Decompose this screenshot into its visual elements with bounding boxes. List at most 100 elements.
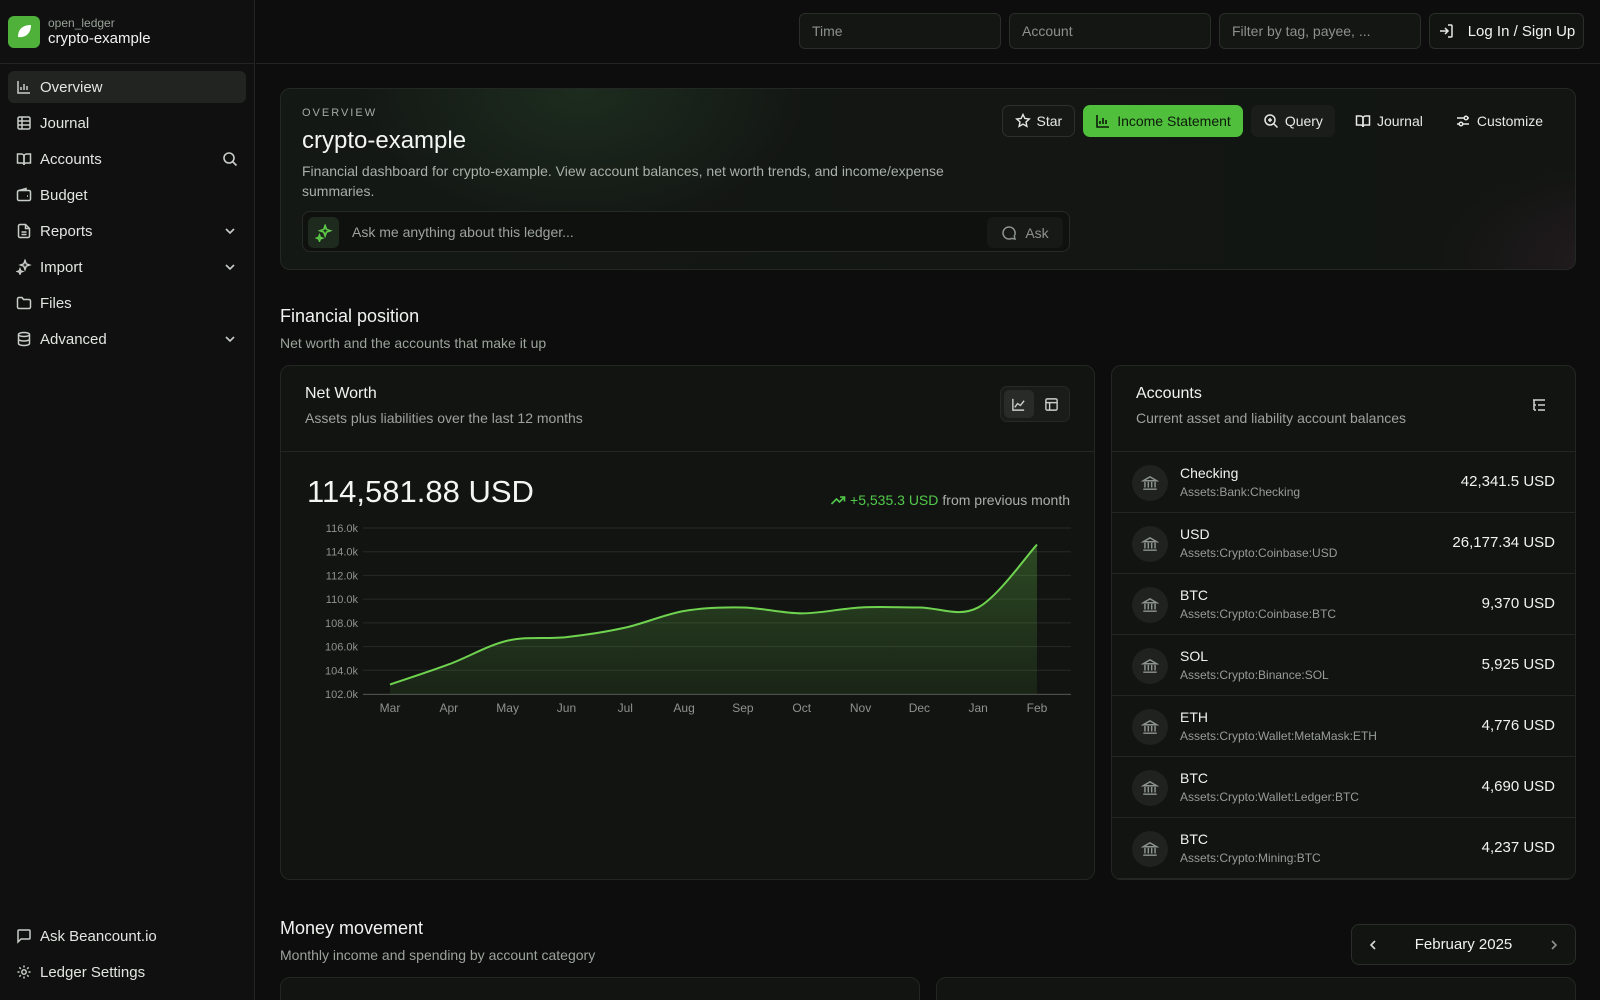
ask-ledger-bar: Ask [302,211,1070,252]
sliders-icon [1455,113,1471,129]
search-icon[interactable] [222,151,238,167]
ask-button[interactable]: Ask [987,217,1063,248]
account-row[interactable]: ETH Assets:Crypto:Wallet:MetaMask:ETH 4,77… [1112,696,1575,757]
data-point-apr [447,662,451,666]
sidebar-item-accounts[interactable]: Accounts [8,143,246,175]
sidebar-item-ask-beancount[interactable]: Ask Beancount.io [8,920,246,952]
next-month-button[interactable] [1545,936,1563,954]
account-row[interactable]: BTC Assets:Crypto:Coinbase:BTC 9,370 USD [1112,574,1575,635]
data-point-feb [1035,543,1039,547]
sidebar-item-files[interactable]: Files [8,287,246,319]
y-tick-label: 112.0k [326,570,359,582]
accounts-card: Accounts Current asset and liability acc… [1111,365,1576,880]
sidebar-item-label: Budget [40,186,88,204]
account-path: Assets:Crypto:Binance:SOL [1180,668,1329,682]
sidebar-item-overview[interactable]: Overview [8,71,246,103]
sidebar-item-reports[interactable]: Reports [8,215,246,247]
customize-button-label: Customize [1476,113,1543,129]
income-statement-button[interactable]: Income Statement [1083,105,1243,137]
data-point-aug [682,609,686,613]
sidebar-item-label: Overview [40,78,103,96]
net-worth-title: Net Worth [305,385,377,402]
chevron-down-icon[interactable] [222,331,238,347]
book-icon [16,151,32,167]
chart-view-button[interactable] [1004,390,1034,418]
sidebar-item-label: Accounts [40,150,102,168]
sidebar-item-label: Journal [40,114,90,132]
account-balance: 9,370 USD [1481,595,1555,612]
account-row[interactable]: USD Assets:Crypto:Coinbase:USD 26,177.34 U… [1112,513,1575,574]
account-name: ETH [1180,709,1208,725]
login-signup-button[interactable]: Log In / Sign Up [1429,13,1584,49]
net-worth-value: 114,581.88 USD [307,474,534,509]
sidebar-item-ledger-settings[interactable]: Ledger Settings [8,956,246,988]
data-point-sep [741,605,745,609]
list-tree-button[interactable] [1527,393,1551,417]
financial-position-heading: Financial position [280,306,420,326]
account-row[interactable]: Checking Assets:Bank:Checking 42,341.5 USD [1112,452,1575,513]
customize-button[interactable]: Customize [1443,105,1555,137]
sidebar-item-label: Ask Beancount.io [40,927,157,945]
bank-icon [1132,831,1168,867]
data-point-dec [917,605,921,609]
bar-chart-icon [16,79,32,95]
x-tick-label: Jan [969,701,988,715]
account-row[interactable]: BTC Assets:Crypto:Wallet:Ledger:BTC 4,690 … [1112,757,1575,818]
sidebar-item-journal[interactable]: Journal [8,107,246,139]
financial-position-subtitle: Net worth and the accounts that make it … [280,335,547,351]
star-button-label: Star [1036,113,1063,129]
chevron-down-icon[interactable] [222,223,238,239]
login-signup-label: Log In / Sign Up [1467,22,1576,40]
sidebar-item-label: Ledger Settings [40,963,146,981]
account-row[interactable]: BTC Assets:Crypto:Mining:BTC 4,237 USD [1112,818,1575,879]
tag-payee-filter-input[interactable] [1219,13,1421,49]
search-icon [1263,113,1279,129]
account-name: BTC [1180,770,1208,786]
account-balance: 4,237 USD [1481,839,1555,856]
sidebar-item-import[interactable]: Import [8,251,246,283]
hero-actions: Star Income Statement Query Journal Cust… [1001,105,1556,137]
account-path: Assets:Crypto:Mining:BTC [1180,851,1321,865]
x-tick-label: Sep [732,701,754,715]
income-card [280,977,920,1000]
query-button[interactable]: Query [1250,105,1335,137]
chevron-down-icon[interactable] [222,259,238,275]
sparkles-icon [16,259,32,275]
chevron-left-icon [1365,937,1381,953]
trending-up-icon [830,492,846,508]
data-point-oct [800,611,804,615]
journal-button-label: Journal [1376,113,1423,129]
star-button[interactable]: Star [1001,105,1076,137]
sidebar-item-budget[interactable]: Budget [8,179,246,211]
account-name: BTC [1180,587,1208,603]
y-tick-label: 110.0k [326,594,359,606]
account-path: Assets:Crypto:Wallet:Ledger:BTC [1180,790,1359,804]
message-circle-icon [1001,225,1017,241]
wallet-icon [16,187,32,203]
account-path: Assets:Crypto:Coinbase:USD [1180,546,1338,560]
x-tick-label: Oct [792,701,811,715]
ask-ledger-input[interactable] [344,215,976,248]
file-text-icon [16,223,32,239]
table-view-button[interactable] [1037,390,1067,418]
data-point-jan [976,605,980,609]
ledger-switcher[interactable]: open_ledger crypto-example [0,0,254,64]
account-path: Assets:Crypto:Wallet:MetaMask:ETH [1180,729,1377,743]
y-tick-label: 106.0k [325,642,359,654]
x-tick-label: Apr [439,701,458,715]
previous-month-button[interactable] [1364,936,1382,954]
account-row[interactable]: SOL Assets:Crypto:Binance:SOL 5,925 USD [1112,635,1575,696]
y-tick-label: 114.0k [326,547,359,559]
x-tick-label: Feb [1027,701,1048,715]
message-square-icon [16,928,32,944]
time-filter-input[interactable] [799,13,1001,49]
journal-button[interactable]: Journal [1343,105,1435,137]
area-chart-icon [1011,397,1026,412]
log-in-icon [1438,23,1454,39]
account-filter-input[interactable] [1009,13,1211,49]
sidebar-item-advanced[interactable]: Advanced [8,323,246,355]
account-balance: 5,925 USD [1481,656,1555,673]
x-tick-label: Nov [850,701,871,715]
x-tick-label: Jun [557,701,576,715]
x-tick-label: Dec [909,701,930,715]
